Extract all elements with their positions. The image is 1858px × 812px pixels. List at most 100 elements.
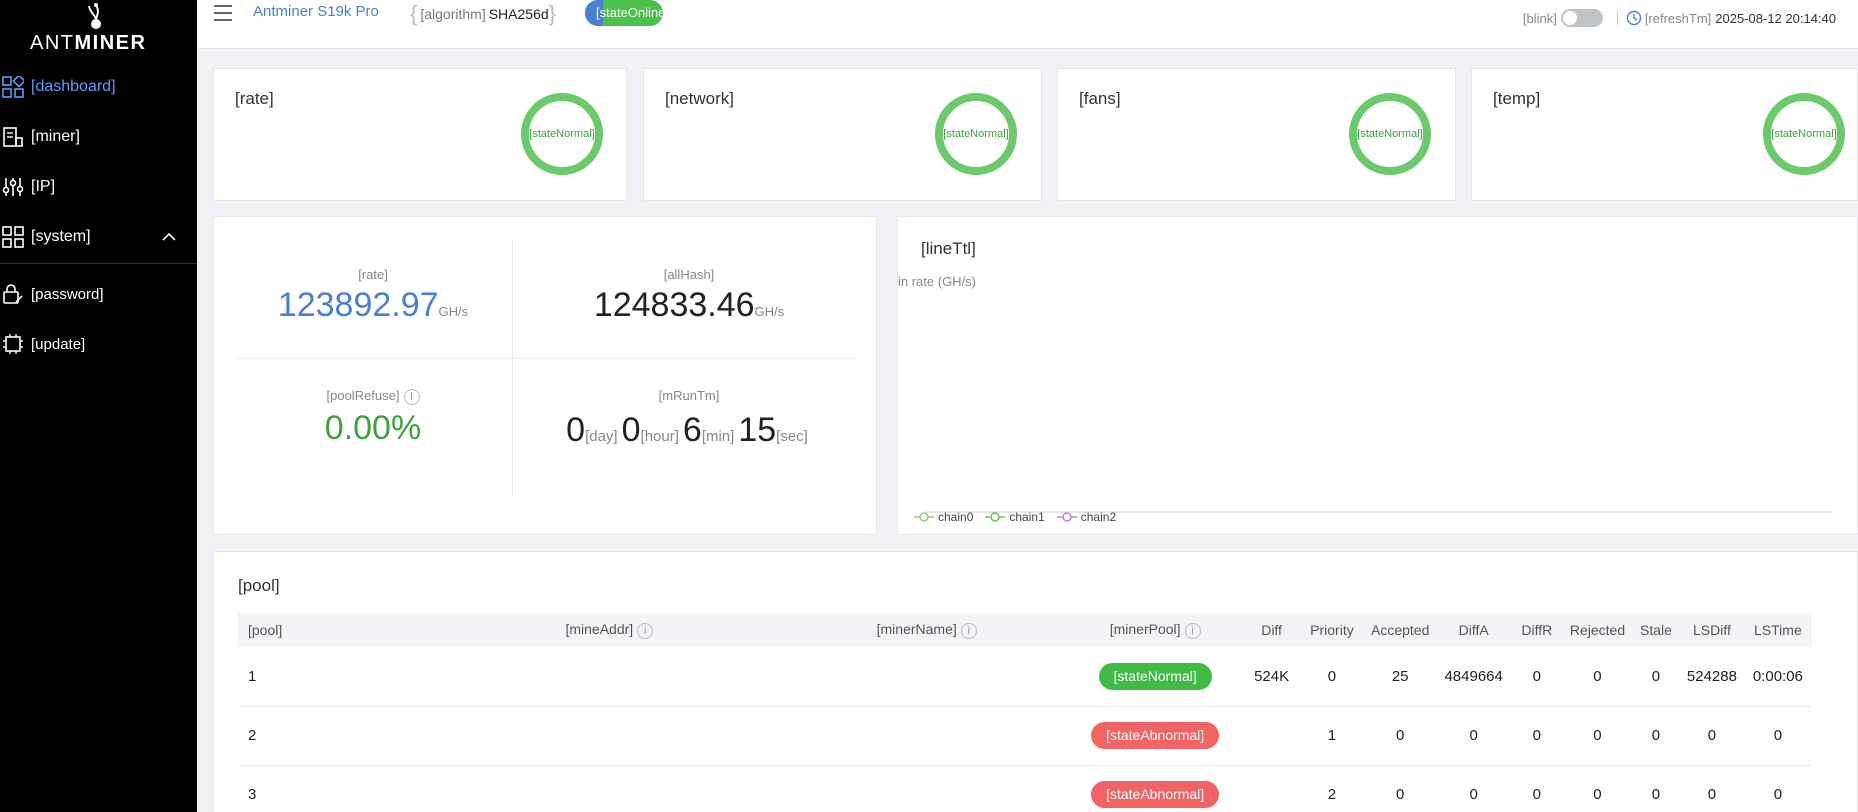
metric-runtime: [mRunTm] 0[day] 0[hour] 6[min] 15[sec] bbox=[514, 388, 864, 450]
col-header-accepted: Accepted bbox=[1363, 613, 1437, 647]
cell-diffa: 0 bbox=[1436, 706, 1511, 766]
cell-accepted: 25 bbox=[1363, 647, 1437, 707]
cell-priority: 2 bbox=[1300, 765, 1364, 812]
status-card-rate: [rate] [stateNormal] bbox=[213, 68, 627, 201]
col-header-stale: Stale bbox=[1631, 613, 1681, 647]
sidebar-item-password[interactable]: [password] bbox=[0, 274, 197, 314]
cell-accepted: 0 bbox=[1363, 765, 1437, 812]
miner-icon bbox=[3, 127, 23, 147]
chart-legend: chain0 chain1 chain2 bbox=[914, 510, 1128, 524]
cell-diffr: 0 bbox=[1510, 706, 1564, 766]
status-badge-online: [stateOnline] bbox=[585, 0, 663, 26]
cell-diff: 524K bbox=[1242, 647, 1301, 707]
sidebar-item-ip[interactable]: [IP] bbox=[0, 167, 197, 207]
table-row: 3 [stateAbnormal] 2 0 0 0 0 0 0 0 bbox=[238, 765, 1812, 812]
pool-status-badge: [stateNormal] bbox=[1098, 662, 1212, 690]
sidebar-item-dashboard[interactable]: [dashboard] bbox=[0, 67, 197, 107]
col-header-mine-addr: [mineAddr] i bbox=[432, 613, 786, 647]
cell-state: [stateNormal] bbox=[1067, 647, 1243, 707]
rate-unit: GH/s bbox=[438, 304, 469, 319]
system-icon bbox=[2, 226, 24, 248]
cell-pool: 1 bbox=[238, 647, 433, 707]
cell-pool: 3 bbox=[238, 765, 433, 812]
sidebar-item-miner[interactable]: [miner] bbox=[0, 117, 197, 157]
cell-diff bbox=[1242, 765, 1301, 812]
legend-marker-icon bbox=[985, 512, 1006, 522]
legend-label: chain1 bbox=[1009, 510, 1045, 524]
top-header: Antminer S19k Pro { [algorithm] SHA256d … bbox=[197, 0, 1858, 49]
cell-stale: 0 bbox=[1631, 765, 1681, 812]
cell-diffr: 0 bbox=[1510, 647, 1564, 707]
cell-addr bbox=[432, 765, 786, 812]
cell-rejected: 0 bbox=[1563, 765, 1632, 812]
sidebar-item-label: [IP] bbox=[31, 178, 56, 195]
legend-item-chain1[interactable]: chain1 bbox=[985, 510, 1045, 524]
col-header-miner-name: [minerName] i bbox=[785, 613, 1068, 647]
status-card-title: [temp] bbox=[1493, 89, 1541, 108]
table-row: 2 [stateAbnormal] 1 0 0 0 0 0 0 0 bbox=[238, 706, 1812, 766]
col-header-diff: Diff bbox=[1242, 613, 1301, 647]
hamburger-menu-icon[interactable] bbox=[214, 3, 232, 23]
brace-right: } bbox=[548, 1, 557, 26]
metrics-card: [rate] 123892.97GH/s [allHash] 124833.46… bbox=[213, 216, 877, 535]
sidebar-item-label: [dashboard] bbox=[31, 78, 116, 95]
cell-priority: 0 bbox=[1300, 647, 1364, 707]
legend-label: chain2 bbox=[1080, 510, 1117, 524]
legend-marker-icon bbox=[914, 512, 934, 522]
status-card-network: [network] [stateNormal] bbox=[643, 68, 1042, 201]
cell-state: [stateAbnormal] bbox=[1067, 765, 1243, 812]
sidebar-item-label: [password] bbox=[31, 285, 104, 303]
cell-name bbox=[785, 706, 1068, 766]
refresh-label: [refreshTm] bbox=[1644, 10, 1712, 26]
cell-diffr: 0 bbox=[1510, 765, 1564, 812]
brace-left: { bbox=[410, 1, 418, 26]
col-header-pool: [pool] bbox=[238, 613, 433, 647]
status-ring: [stateNormal] bbox=[521, 93, 603, 175]
cell-lstime: 0 bbox=[1743, 706, 1812, 766]
header-separator bbox=[1616, 11, 1618, 25]
rate-value: 123892.97 bbox=[277, 286, 439, 324]
cell-lsdiff: 0 bbox=[1680, 706, 1744, 766]
col-header-priority: Priority bbox=[1300, 613, 1364, 647]
allhash-unit: GH/s bbox=[754, 304, 785, 319]
cell-rejected: 0 bbox=[1563, 706, 1632, 766]
legend-item-chain2[interactable]: chain2 bbox=[1056, 510, 1117, 524]
status-card-temp: [temp] [stateNormal] bbox=[1471, 68, 1858, 201]
allhash-value: 124833.46 bbox=[593, 286, 755, 324]
sliders-icon bbox=[2, 178, 24, 196]
legend-item-chain0[interactable]: chain0 bbox=[914, 510, 973, 524]
status-card-title: [fans] bbox=[1079, 89, 1121, 108]
antminer-logo: ANTMINER bbox=[0, 0, 197, 62]
col-header-lstime: LSTime bbox=[1743, 613, 1812, 647]
cell-addr bbox=[432, 647, 786, 707]
pool-status-badge: [stateAbnormal] bbox=[1091, 722, 1220, 749]
ant-logo-icon bbox=[88, 3, 101, 29]
col-header-rejected: Rejected bbox=[1563, 613, 1632, 647]
runtime-value: 0[day] 0[hour] 6[min] 15[sec] bbox=[566, 411, 808, 449]
pool-status-badge: [stateAbnormal] bbox=[1091, 781, 1220, 808]
legend-label: chain0 bbox=[938, 510, 974, 524]
cell-priority: 1 bbox=[1300, 706, 1364, 766]
pool-table-header: [pool] [mineAddr] i [minerName] i [minerPo… bbox=[238, 613, 1812, 647]
chevron-up-icon[interactable] bbox=[162, 232, 176, 242]
cell-name bbox=[785, 765, 1068, 812]
cell-accepted: 0 bbox=[1363, 706, 1437, 766]
refresh-clock-icon[interactable] bbox=[1626, 10, 1642, 26]
sidebar-item-update[interactable]: [update] bbox=[0, 324, 197, 364]
info-icon[interactable]: i bbox=[960, 622, 977, 639]
col-header-diffa: DiffA bbox=[1436, 613, 1511, 647]
hashrate-chart-card: [lineTtl] in rate (GH/s) chain0 chain1 cha… bbox=[897, 216, 1858, 535]
info-icon[interactable]: i bbox=[1184, 622, 1201, 639]
sidebar-item-label: [miner] bbox=[31, 128, 80, 145]
miner-model-title: Antminer S19k Pro bbox=[253, 3, 379, 20]
info-icon[interactable]: i bbox=[637, 622, 654, 639]
status-ring: [stateNormal] bbox=[1349, 93, 1431, 175]
cell-lsdiff: 524288 bbox=[1680, 647, 1744, 707]
sidebar-item-system[interactable]: [system] bbox=[0, 217, 197, 257]
blink-toggle[interactable] bbox=[1560, 9, 1603, 27]
sidebar-item-label: [system] bbox=[31, 228, 91, 245]
col-header-diffr: DiffR bbox=[1510, 613, 1564, 647]
col-header-lsdiff: LSDiff bbox=[1680, 613, 1744, 647]
cell-rejected: 0 bbox=[1563, 647, 1632, 707]
info-icon[interactable]: i bbox=[403, 388, 420, 405]
